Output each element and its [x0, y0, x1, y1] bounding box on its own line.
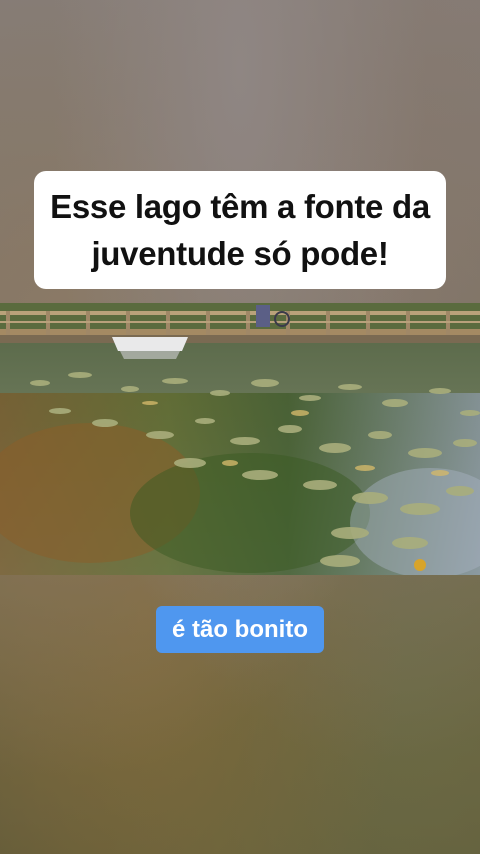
caption-box: Esse lago têm a fonte da juventude só po…	[34, 171, 446, 289]
subtitle-text: é tão bonito	[172, 615, 308, 643]
lake-scene	[0, 303, 480, 575]
caption-text: Esse lago têm a fonte da juventude só po…	[50, 188, 430, 272]
video-frame[interactable]	[0, 303, 480, 575]
subtitle-badge: é tão bonito	[156, 606, 324, 653]
